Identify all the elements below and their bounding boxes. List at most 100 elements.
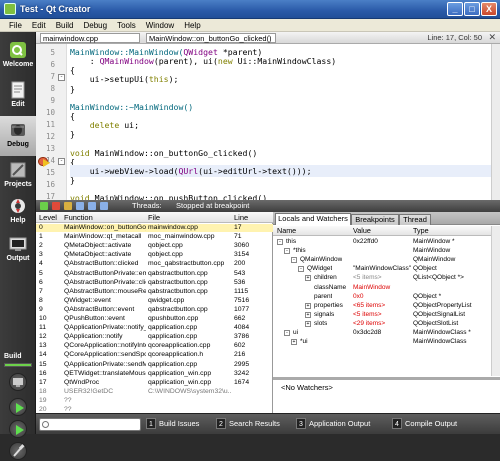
close-button[interactable]: X xyxy=(481,2,497,16)
local-name: QMainWindow xyxy=(300,256,343,264)
stack-frame-row[interactable]: 10 QPushButton::event qpushbutton.cpp 662 xyxy=(36,315,273,323)
symbol-combo[interactable]: MainWindow::on_buttonGo_clicked() xyxy=(146,33,276,43)
menu-file[interactable]: File xyxy=(4,19,27,31)
application-output-button[interactable]: 3 Application Output xyxy=(296,418,370,431)
fold-marker-icon[interactable]: - xyxy=(58,158,65,165)
stack-frame-row[interactable]: 2 QMetaObject::activate qobject.cpp 3060 xyxy=(36,242,273,250)
step-over-icon[interactable] xyxy=(76,202,84,210)
code-editor[interactable]: 567891011121314151617181920 MainWindow::… xyxy=(36,44,500,200)
collapse-icon[interactable]: - xyxy=(284,330,290,336)
tab-locals-and-watchers[interactable]: Locals and Watchers xyxy=(275,213,351,225)
interrupt-icon[interactable] xyxy=(64,202,72,210)
search-results-button[interactable]: 2 Search Results xyxy=(216,418,280,431)
editor-scrollbar[interactable] xyxy=(491,44,500,200)
stack-frame-row[interactable]: 17 QtWndProc qapplication_win.cpp 1674 xyxy=(36,379,273,387)
frame-function: QtWndProc xyxy=(64,378,100,386)
stop-debugger-icon[interactable] xyxy=(52,202,60,210)
stack-frame-row[interactable]: 13 QCoreApplication::notifyInte... qcoreap… xyxy=(36,342,273,350)
build-issues-button[interactable]: 1 Build Issues xyxy=(146,418,199,431)
stack-frame-row[interactable]: 6 QAbstractButtonPrivate::click qabstractb… xyxy=(36,279,273,287)
locals-row[interactable]: + *ui MainWindowClass xyxy=(273,338,491,346)
debug-run-button[interactable] xyxy=(9,420,27,438)
watchers-pane[interactable]: <No Watchers> xyxy=(273,377,500,413)
menu-tools[interactable]: Tools xyxy=(112,19,141,31)
menu-build[interactable]: Build xyxy=(51,19,79,31)
step-out-icon[interactable] xyxy=(100,202,108,210)
fold-marker-icon[interactable]: - xyxy=(58,74,65,81)
locals-row[interactable]: className MainWindow xyxy=(273,284,491,292)
build-target-button[interactable] xyxy=(9,373,27,391)
compile-output-button[interactable]: 4 Compile Output xyxy=(392,418,457,431)
locals-row[interactable]: parent 0x0 QObject * xyxy=(273,293,491,301)
mode-help[interactable]: Help xyxy=(0,192,36,232)
expand-icon[interactable]: + xyxy=(305,311,311,318)
stack-frame-row[interactable]: 1 MainWindow::qt_metacall moc_mainwindow.c… xyxy=(36,233,273,241)
locals-row[interactable]: - ui 0x3dc2d8 MainWindowClass * xyxy=(273,329,491,337)
stack-frame-row[interactable]: 4 QAbstractButton::clicked moc_qabstractbu… xyxy=(36,260,273,268)
stack-col-level[interactable]: Level xyxy=(39,213,57,223)
collapse-icon[interactable]: - xyxy=(284,248,290,255)
collapse-icon[interactable]: - xyxy=(277,239,283,245)
mode-welcome[interactable]: Welcome xyxy=(0,36,36,76)
stack-frame-row[interactable]: 5 QAbstractButtonPrivate::emitClick...qab… xyxy=(36,270,273,278)
stack-frame-row[interactable]: 19?? xyxy=(36,397,273,405)
locals-header: Name Value Type xyxy=(273,226,491,236)
step-into-icon[interactable] xyxy=(88,202,96,210)
code-line[interactable]: void MainWindow::on_pushButton_clicked() xyxy=(70,192,498,200)
locals-scrollbar[interactable] xyxy=(491,226,500,376)
frame-level: 7 xyxy=(39,287,43,295)
stack-col-file[interactable]: File xyxy=(148,213,160,223)
close-editor-icon[interactable]: ✕ xyxy=(488,32,496,43)
stack-frame-row[interactable]: 9 QAbstractButton::event qabstractbutton.c… xyxy=(36,306,273,314)
mode-projects[interactable]: Projects xyxy=(0,156,36,196)
collapse-icon[interactable]: - xyxy=(291,257,297,264)
stack-frame-row[interactable]: 3 QMetaObject::activate qobject.cpp 3154 xyxy=(36,251,273,259)
menu-window[interactable]: Window xyxy=(141,19,179,31)
tab-breakpoints[interactable]: Breakpoints xyxy=(351,214,399,225)
stack-frame-row[interactable]: 15 QApplicationPrivate::sendMo...qapplica… xyxy=(36,361,273,369)
locals-row[interactable]: - *this MainWindow xyxy=(273,247,491,255)
locals-row[interactable]: + properties <65 items> QObjectPropertyList xyxy=(273,302,491,310)
stack-col-function[interactable]: Function xyxy=(64,213,93,223)
locals-col-name[interactable]: Name xyxy=(277,226,296,236)
stack-frame-row[interactable]: 18 USER32!GetDC C:\WINDOWS\system32\u... xyxy=(36,388,273,396)
stack-frame-row[interactable]: 12 QApplication::notify qapplication.cpp 37… xyxy=(36,333,273,341)
run-button[interactable] xyxy=(9,398,27,416)
locals-row[interactable]: - QMainWindow QMainWindow xyxy=(273,256,491,264)
locals-row[interactable]: - QWidget "MainWindowClass" QObject xyxy=(273,265,491,273)
locals-col-value[interactable]: Value xyxy=(353,226,371,236)
expand-icon[interactable]: + xyxy=(291,339,297,346)
stack-col-line[interactable]: Line xyxy=(234,213,248,223)
stack-frame-row[interactable]: 16 QETWidget::translateMouseE...qapplicat… xyxy=(36,370,273,378)
collapse-icon[interactable]: - xyxy=(298,266,304,273)
stack-view[interactable]: Level Function File Line 0 MainWindow::on… xyxy=(36,212,273,413)
locals-row[interactable]: + slots <29 items> QObjectSlotList xyxy=(273,320,491,328)
frame-file: qobject.cpp xyxy=(148,251,183,259)
locals-row[interactable]: - this 0x22ffd0 MainWindow * xyxy=(273,238,491,246)
stack-frame-row[interactable]: 14 QCoreApplication::sendSpont...qcoreapp… xyxy=(36,351,273,359)
mode-edit[interactable]: Edit xyxy=(0,76,36,116)
mode-output[interactable]: Output xyxy=(0,230,36,270)
continue-icon[interactable] xyxy=(40,202,48,210)
stack-frame-row[interactable]: 7 QAbstractButton::mouseRele...qabstractb… xyxy=(36,288,273,296)
locals-col-type[interactable]: Type xyxy=(413,226,429,236)
minimize-button[interactable]: _ xyxy=(447,2,463,16)
locals-row[interactable]: + signals <5 items> QObjectSignalList xyxy=(273,311,491,319)
expand-icon[interactable]: + xyxy=(305,275,311,282)
expand-icon[interactable]: + xyxy=(305,302,311,309)
file-combo-label: mainwindow.cpp xyxy=(43,34,99,43)
build-all-button[interactable] xyxy=(9,442,27,460)
stack-frame-row[interactable]: 11 QApplicationPrivate::notify_h...qappli… xyxy=(36,324,273,332)
menu-debug[interactable]: Debug xyxy=(78,19,112,31)
locator-search-input[interactable] xyxy=(39,418,141,431)
stack-frame-row[interactable]: 8 QWidget::event qwidget.cpp 7516 xyxy=(36,297,273,305)
file-combo[interactable]: mainwindow.cpp xyxy=(40,33,140,43)
maximize-button[interactable]: □ xyxy=(464,2,480,16)
expand-icon[interactable]: + xyxy=(305,320,311,327)
menu-edit[interactable]: Edit xyxy=(27,19,51,31)
tab-thread[interactable]: Thread xyxy=(399,214,431,225)
mode-debug[interactable]: Debug xyxy=(0,116,36,156)
stack-frame-row[interactable]: 0 MainWindow::on_buttonGo_c...mainwindow.… xyxy=(36,224,273,233)
menu-help[interactable]: Help xyxy=(179,19,205,31)
locals-row[interactable]: + children <5 items> QList<QObject *> xyxy=(273,274,491,282)
